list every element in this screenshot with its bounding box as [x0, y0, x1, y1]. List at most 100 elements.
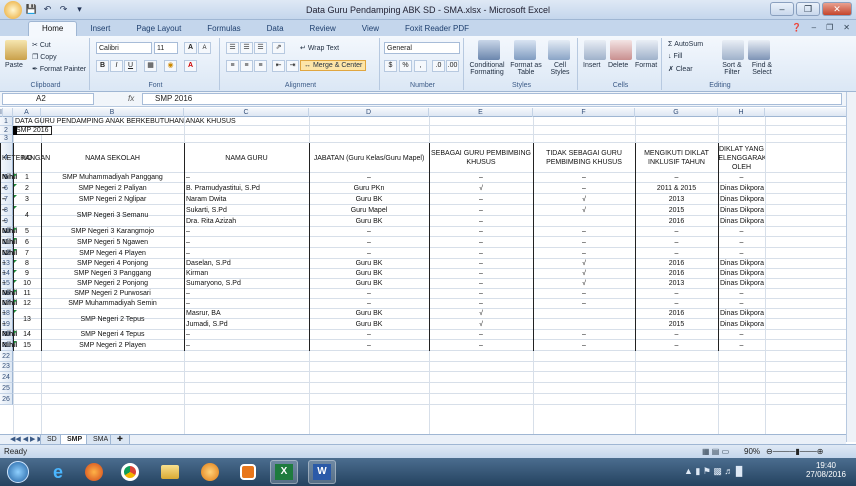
header-note[interactable]: KETERANGAN [0, 143, 52, 173]
zoom-slider[interactable]: ⊖────▮───⊕ [766, 447, 823, 456]
tab-review[interactable]: Review [297, 22, 349, 36]
row-training-year[interactable]: – [635, 299, 718, 309]
column-header-f[interactable]: F [533, 108, 635, 117]
row-as-companion[interactable]: – [429, 340, 533, 351]
error-indicator-icon[interactable] [14, 300, 17, 303]
row-not-companion[interactable]: – [533, 183, 635, 194]
error-indicator-icon[interactable] [14, 310, 17, 313]
header-organizer[interactable]: DIKLAT YANG DISELENGGARAKAN OLEH [718, 143, 765, 173]
tab-foxit[interactable]: Foxit Reader PDF [392, 22, 482, 36]
row-organizer[interactable]: – [718, 330, 765, 340]
row-header[interactable]: 25 [0, 383, 13, 394]
row-header[interactable]: 1 [0, 117, 13, 126]
row-organizer[interactable]: – [718, 340, 765, 351]
zoom-level[interactable]: 90% [744, 447, 760, 456]
row-organizer[interactable]: Dinas Dikpora Gunungkidul [718, 319, 765, 330]
error-indicator-icon[interactable] [14, 260, 17, 263]
format-painter-button[interactable]: ✒ Format Painter [32, 65, 86, 73]
row-as-companion[interactable]: – [429, 248, 533, 259]
decrease-decimal-icon[interactable]: .00 [446, 60, 459, 72]
row-not-companion[interactable]: √ [533, 194, 635, 205]
ribbon-restore-icon[interactable]: ❐ [826, 23, 833, 32]
row-as-companion[interactable]: – [429, 299, 533, 309]
align-left-icon[interactable]: ≡ [226, 60, 239, 72]
select-all-corner[interactable] [0, 108, 13, 117]
error-indicator-icon[interactable] [14, 331, 17, 334]
increase-decimal-icon[interactable]: .0 [432, 60, 445, 72]
view-buttons-icon[interactable]: ▦ ▤ ▭ [702, 447, 729, 456]
row-school[interactable]: SMP Negeri 2 Tepus [41, 309, 184, 330]
row-as-companion[interactable]: – [429, 237, 533, 248]
row-position[interactable]: Guru BK [309, 269, 429, 279]
row-as-companion[interactable]: – [429, 205, 533, 216]
header-not_companion[interactable]: TIDAK SEBAGAI GURU PEMBIMBING KHUSUS [533, 143, 635, 173]
fill-color-icon[interactable]: ◉ [164, 60, 177, 72]
row-header[interactable]: 2 [0, 126, 13, 135]
row-position[interactable]: – [309, 173, 429, 183]
row-organizer[interactable]: Dinas Dikpora Gunungkidul [718, 216, 765, 227]
row-school[interactable]: SMP Negeri 4 Ponjong [41, 259, 184, 269]
row-training-year[interactable]: – [635, 237, 718, 248]
row-position[interactable]: – [309, 237, 429, 248]
conditional-formatting-button[interactable]: Conditional Formatting [468, 62, 506, 76]
format-button[interactable]: Format [635, 62, 657, 69]
row-school[interactable]: SMP Negeri 3 Semanu [41, 205, 184, 227]
row-as-companion[interactable]: √ [429, 309, 533, 319]
increase-indent-icon[interactable]: ⇥ [286, 60, 299, 72]
fill-button[interactable]: ↓ Fill [668, 53, 682, 60]
row-school[interactable]: SMP Negeri 3 Karangmojo [41, 227, 184, 237]
column-header-h[interactable]: H [718, 108, 765, 117]
row-as-companion[interactable]: √ [429, 183, 533, 194]
row-organizer[interactable]: Dinas Dikpora Gunungkidul [718, 309, 765, 319]
row-teacher[interactable]: Sumaryono, S.Pd [184, 279, 309, 289]
error-indicator-icon[interactable] [14, 238, 17, 241]
row-school[interactable]: SMP Muhammadiyah Panggang [41, 173, 184, 183]
row-as-companion[interactable]: – [429, 269, 533, 279]
row-school[interactable]: SMP Negeri 2 Playen [41, 340, 184, 351]
row-not-companion[interactable]: √ [533, 205, 635, 216]
restore-button[interactable]: ❐ [796, 2, 820, 16]
row-note[interactable]: – [0, 309, 8, 319]
row-training-year[interactable]: 2013 [635, 194, 718, 205]
row-header[interactable]: 22 [0, 351, 13, 362]
copy-button[interactable]: ❐ Copy [32, 53, 57, 61]
row-organizer[interactable]: – [718, 299, 765, 309]
row-teacher[interactable]: – [184, 173, 309, 183]
number-format-select[interactable]: General [384, 42, 460, 54]
row-position[interactable]: – [309, 227, 429, 237]
column-header-g[interactable]: G [635, 108, 718, 117]
row-teacher[interactable]: Sukarti, S.Pd [184, 205, 309, 216]
find-select-button[interactable]: Find & Select [748, 62, 776, 76]
row-note[interactable]: – [0, 259, 8, 269]
row-no[interactable]: 13 [13, 309, 41, 330]
row-position[interactable]: – [309, 248, 429, 259]
minimize-button[interactable]: – [770, 2, 794, 16]
error-indicator-icon[interactable] [14, 270, 17, 273]
row-as-companion[interactable]: – [429, 330, 533, 340]
row-organizer[interactable]: – [718, 289, 765, 299]
row-teacher[interactable]: – [184, 330, 309, 340]
row-training-year[interactable]: – [635, 289, 718, 299]
row-not-companion[interactable]: √ [533, 279, 635, 289]
tab-home[interactable]: Home [28, 21, 78, 36]
sheet-title[interactable]: DATA GURU PENDAMPING ANAK BERKEBUTUHAN A… [13, 117, 238, 126]
row-training-year[interactable]: 2016 [635, 259, 718, 269]
name-box[interactable]: A2 [2, 93, 94, 105]
error-indicator-icon[interactable] [14, 228, 17, 231]
excel-taskbar-icon[interactable]: X [270, 460, 298, 484]
column-header-c[interactable]: C [184, 108, 309, 117]
font-size-select[interactable]: 11 [154, 42, 178, 54]
row-organizer[interactable]: – [718, 227, 765, 237]
row-school[interactable]: SMP Negeri 2 Paliyan [41, 183, 184, 194]
row-note[interactable]: – [0, 183, 8, 194]
error-indicator-icon[interactable] [14, 341, 17, 344]
fx-icon[interactable]: fx [128, 94, 134, 103]
row-position[interactable]: Guru BK [309, 309, 429, 319]
row-no[interactable]: 10 [13, 279, 41, 289]
decrease-indent-icon[interactable]: ⇤ [272, 60, 285, 72]
row-training-year[interactable]: 2016 [635, 269, 718, 279]
app-icon[interactable] [234, 460, 262, 484]
row-position[interactable]: Guru PKn [309, 183, 429, 194]
row-not-companion[interactable]: – [533, 299, 635, 309]
spreadsheet-grid[interactable]: ABCDEFGHI 1 2 3 4 5 6 7 8 9 10 11 12 13 14 15 16 17 18 19 2… [0, 108, 846, 434]
